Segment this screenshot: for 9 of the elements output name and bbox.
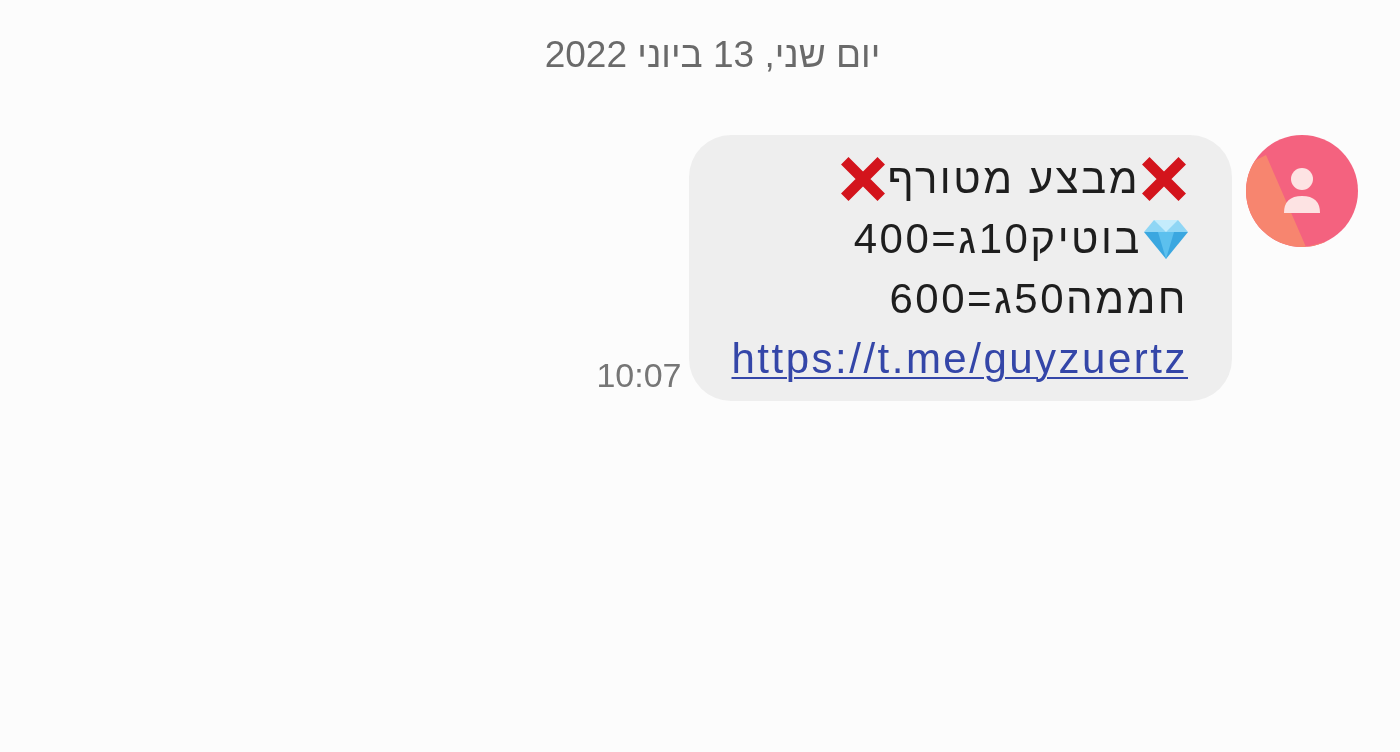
message-link[interactable]: https://t.me/guyzuertz (731, 334, 1188, 384)
date-divider: יום שני, 13 ביוני 2022 (544, 33, 881, 77)
message-text: בוטיק10ג=400 (853, 214, 1142, 264)
cross-mark-icon (839, 155, 888, 203)
message-text: מבצע מטורף (887, 154, 1140, 204)
message-time: 10:07 (596, 355, 682, 395)
gem-icon (1144, 219, 1188, 259)
cross-mark-icon (1140, 155, 1188, 203)
message-text: חממה50ג=600 (889, 274, 1188, 324)
